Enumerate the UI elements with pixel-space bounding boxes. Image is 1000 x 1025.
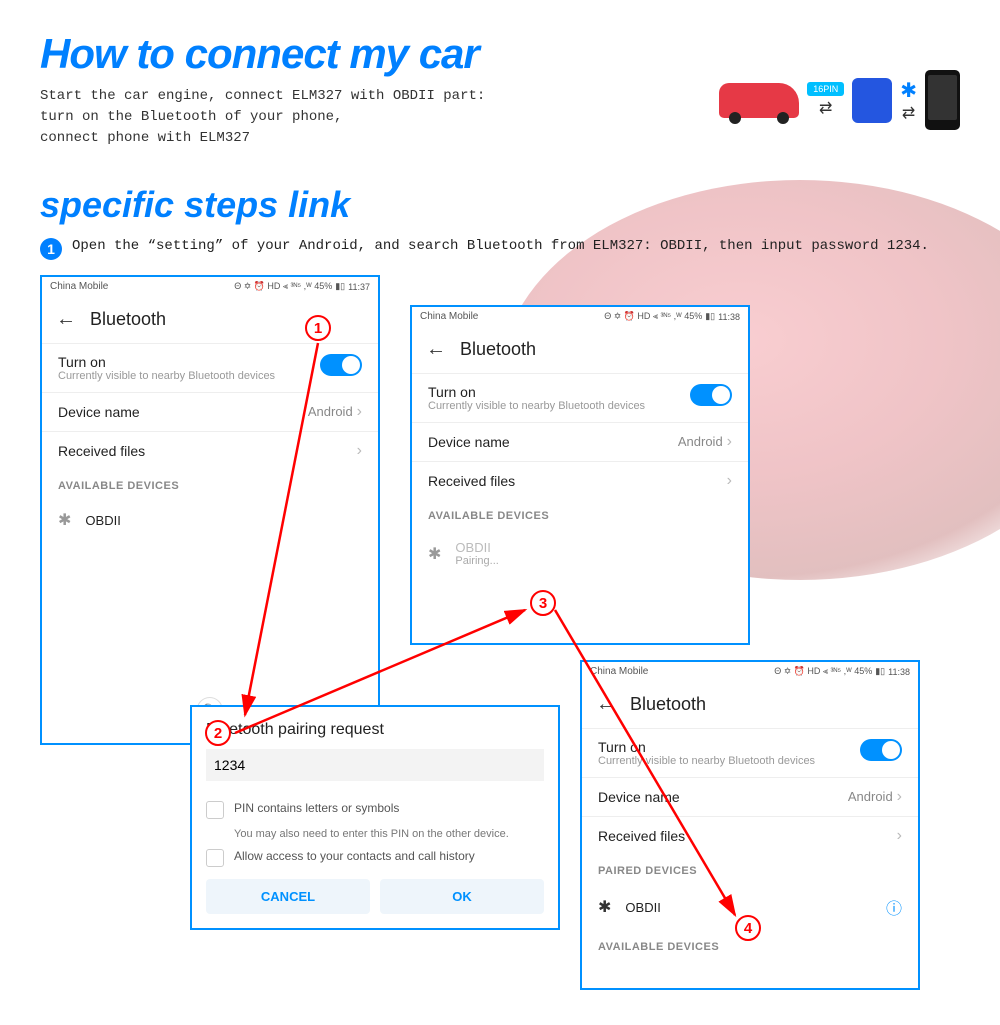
device-obdii[interactable]: ✱ OBDII: [42, 498, 378, 542]
received-files-row[interactable]: Received files ›: [42, 431, 378, 470]
bluetooth-icon: ✱: [900, 78, 917, 103]
received-files-row[interactable]: Received files ›: [412, 461, 748, 500]
back-button[interactable]: ←: [426, 338, 446, 361]
dialog-title: Bluetooth pairing request: [206, 721, 544, 739]
pin-input[interactable]: [206, 749, 544, 781]
back-button[interactable]: ←: [596, 693, 616, 716]
arrow-icon: ⇄: [819, 98, 832, 118]
screen-title: Bluetooth: [90, 309, 166, 330]
toggle-sublabel: Currently visible to nearby Bluetooth de…: [58, 370, 275, 382]
available-devices-header: AVAILABLE DEVICES: [42, 470, 378, 498]
carrier-label: China Mobile: [50, 281, 108, 292]
section-title: specific steps link: [40, 184, 960, 226]
marker-1: 1: [305, 315, 331, 341]
screen-title: Bluetooth: [460, 339, 536, 360]
marker-3: 3: [530, 590, 556, 616]
paired-devices-header: PAIRED DEVICES: [582, 855, 918, 883]
chevron-right-icon: ›: [357, 403, 362, 420]
device-name-row[interactable]: Device name Android›: [582, 777, 918, 816]
bluetooth-icon: ✱: [428, 544, 441, 564]
pin-letters-checkbox[interactable]: [206, 801, 224, 819]
arrow-icon: ⇄: [902, 103, 915, 123]
chevron-right-icon: ›: [357, 442, 362, 460]
step-badge: 1: [40, 238, 62, 260]
toggle-label: Turn on: [58, 354, 275, 370]
bluetooth-toggle[interactable]: [860, 739, 902, 761]
dialog-note: You may also need to enter this PIN on t…: [234, 827, 544, 841]
status-bar: China Mobile Θ ✡ ⏰ HD ⫷ ³ᴺ⁵ ,ᵂ 45% ▮▯ 11…: [582, 662, 918, 681]
step-instruction: Open the “setting” of your Android, and …: [72, 236, 929, 257]
device-name-row[interactable]: Device name Android›: [42, 392, 378, 431]
cancel-button[interactable]: CANCEL: [206, 879, 370, 914]
allow-contacts-checkbox[interactable]: [206, 849, 224, 867]
bluetooth-icon: ✱: [58, 510, 71, 530]
bluetooth-screen-1: China Mobile Θ ✡ ⏰ HD ⫷ ³ᴺ⁵ ,ᵂ 45% ▮▯ 11…: [40, 275, 380, 745]
screen-title: Bluetooth: [630, 694, 706, 715]
device-obdii-pairing[interactable]: ✱ OBDII Pairing...: [412, 528, 748, 579]
received-files-row[interactable]: Received files ›: [582, 816, 918, 855]
bluetooth-icon: ✱: [598, 897, 611, 917]
bluetooth-toggle[interactable]: [690, 384, 732, 406]
marker-2: 2: [205, 720, 231, 746]
diagram-car-icon: [719, 83, 799, 118]
diagram-phone-icon: [925, 70, 960, 130]
bluetooth-screen-2: China Mobile Θ ✡ ⏰ HD ⫷ ³ᴺ⁵ ,ᵂ 45% ▮▯ 11…: [410, 305, 750, 645]
device-name-row[interactable]: Device name Android›: [412, 422, 748, 461]
bluetooth-toggle[interactable]: [320, 354, 362, 376]
status-bar: China Mobile Θ ✡ ⏰ HD ⫷ ³ᴺ⁵ ,ᵂ 45% ▮▯ 11…: [412, 307, 748, 326]
intro-line: connect phone with ELM327: [40, 128, 960, 149]
info-icon[interactable]: ⓘ: [886, 895, 902, 919]
ok-button[interactable]: OK: [380, 879, 544, 914]
marker-4: 4: [735, 915, 761, 941]
diagram-obd-icon: [852, 78, 892, 123]
diagram-pin-label: 16PIN: [807, 82, 844, 96]
status-bar: China Mobile Θ ✡ ⏰ HD ⫷ ³ᴺ⁵ ,ᵂ 45% ▮▯ 11…: [42, 277, 378, 296]
connection-diagram: 16PIN ⇄ ✱ ⇄: [719, 70, 960, 130]
back-button[interactable]: ←: [56, 308, 76, 331]
pairing-dialog: Bluetooth pairing request PIN contains l…: [190, 705, 560, 930]
